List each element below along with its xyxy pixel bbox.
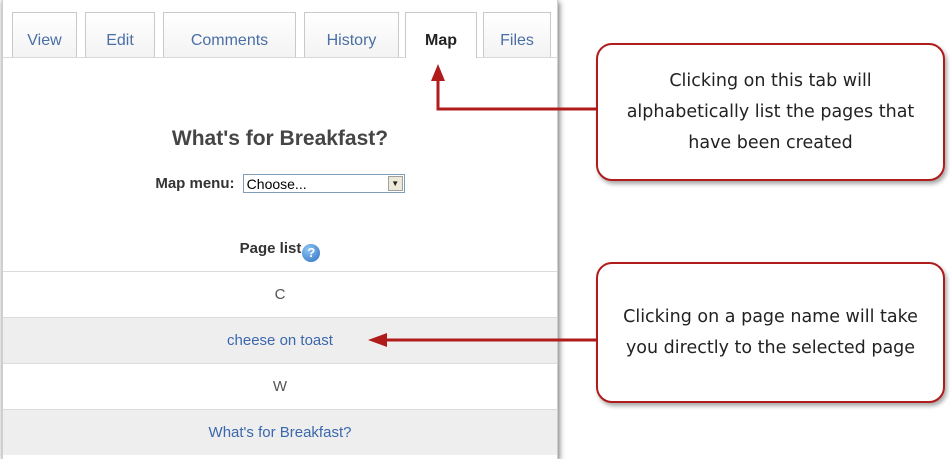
- callout-map-tab: Clicking on this tab will alphabetically…: [596, 43, 945, 181]
- callout-page-name-text: Clicking on a page name will take you di…: [623, 306, 918, 358]
- callout-map-tab-text: Clicking on this tab will alphabetically…: [626, 70, 915, 153]
- callout-page-name: Clicking on a page name will take you di…: [596, 262, 945, 403]
- arrow-to-page-link: [368, 333, 596, 347]
- arrow-to-map-tab: [431, 64, 596, 111]
- tab-map[interactable]: Map: [405, 12, 477, 58]
